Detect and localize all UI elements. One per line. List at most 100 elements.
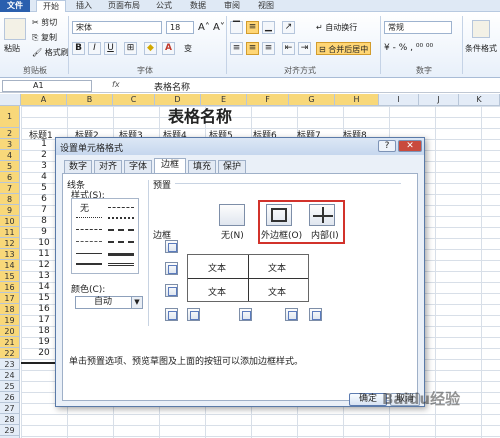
number-cell[interactable]: 10: [30, 238, 58, 249]
tab-formulas[interactable]: 公式: [150, 0, 178, 12]
paste-icon[interactable]: [4, 18, 26, 40]
select-all-corner[interactable]: [0, 94, 21, 106]
merge-center-button[interactable]: ⊟ 合并后居中: [316, 42, 372, 55]
number-cell[interactable]: 3: [30, 161, 58, 172]
column-header[interactable]: J: [419, 94, 459, 106]
conditional-format-icon[interactable]: [472, 20, 490, 38]
row-header[interactable]: 16: [0, 282, 20, 293]
column-header[interactable]: D: [155, 94, 201, 106]
column-header[interactable]: H: [335, 94, 379, 106]
tab-font[interactable]: 字体: [124, 160, 152, 173]
line-style-option[interactable]: [108, 253, 134, 256]
row-header[interactable]: 25: [0, 381, 20, 392]
line-style-option[interactable]: [108, 241, 134, 243]
preset-none-button[interactable]: [219, 204, 245, 226]
row-header[interactable]: 3: [0, 139, 20, 150]
align-middle-icon[interactable]: ≡: [246, 21, 259, 34]
font-size-select[interactable]: 18: [166, 21, 194, 34]
tab-data[interactable]: 数据: [184, 0, 212, 12]
border-top-button[interactable]: [165, 240, 178, 253]
paste-button[interactable]: 粘贴: [4, 42, 20, 55]
number-cell[interactable]: 2: [30, 150, 58, 161]
color-select[interactable]: 自动 ▼: [75, 296, 143, 309]
row-header[interactable]: 27: [0, 403, 20, 414]
conditional-format-button[interactable]: 条件格式: [465, 42, 497, 55]
orientation-icon[interactable]: ↗: [282, 21, 295, 34]
row-header[interactable]: 28: [0, 414, 20, 425]
diagonal-down-button[interactable]: [309, 308, 322, 321]
number-cell[interactable]: 11: [30, 249, 58, 260]
row-header[interactable]: 1: [0, 106, 20, 128]
column-header[interactable]: C: [113, 94, 155, 106]
line-style-option[interactable]: [76, 253, 102, 254]
tab-view[interactable]: 视图: [252, 0, 280, 12]
line-style-option[interactable]: [76, 241, 102, 242]
fill-color-icon[interactable]: ◆: [144, 42, 157, 55]
grow-font-icon[interactable]: A˄ A˅: [198, 21, 225, 34]
row-header[interactable]: 18: [0, 304, 20, 315]
align-bottom-icon[interactable]: ▁: [262, 21, 275, 34]
number-cell[interactable]: 1: [30, 139, 58, 150]
number-cell[interactable]: 19: [30, 337, 58, 348]
font-color-icon[interactable]: A: [162, 42, 175, 55]
align-left-icon[interactable]: ≡: [230, 42, 243, 55]
tab-protection[interactable]: 保护: [218, 160, 246, 173]
row-header[interactable]: 19: [0, 315, 20, 326]
column-header[interactable]: B: [67, 94, 113, 106]
number-cell[interactable]: 16: [30, 304, 58, 315]
line-style-option[interactable]: [76, 263, 102, 265]
row-header[interactable]: 29: [0, 425, 20, 436]
number-cell[interactable]: 6: [30, 194, 58, 205]
italic-button[interactable]: I: [88, 42, 101, 55]
underline-button[interactable]: U: [104, 42, 117, 55]
line-style-option[interactable]: [76, 217, 102, 218]
diagonal-up-button[interactable]: [165, 308, 178, 321]
line-style-none[interactable]: 无: [80, 201, 89, 214]
name-box[interactable]: A1: [2, 80, 92, 92]
font-name-select[interactable]: 宋体: [72, 21, 162, 34]
sheet-title-cell[interactable]: 表格名称: [21, 106, 379, 128]
wrap-text-button[interactable]: ↵ 自动换行: [316, 21, 357, 34]
row-header[interactable]: 22: [0, 348, 20, 359]
number-cell[interactable]: 5: [30, 183, 58, 194]
row-header[interactable]: 11: [0, 227, 20, 238]
number-cell[interactable]: 4: [30, 172, 58, 183]
cut-button[interactable]: ✂ 剪切: [32, 16, 57, 29]
border-left-button[interactable]: [187, 308, 200, 321]
column-header[interactable]: F: [247, 94, 289, 106]
tab-fill[interactable]: 填充: [188, 160, 216, 173]
number-cell[interactable]: 20: [30, 348, 58, 359]
align-right-icon[interactable]: ≡: [262, 42, 275, 55]
tab-page-layout[interactable]: 页面布局: [104, 0, 144, 12]
line-style-list[interactable]: 无: [71, 198, 139, 274]
column-header[interactable]: K: [459, 94, 500, 106]
row-header[interactable]: 5: [0, 161, 20, 172]
tab-number[interactable]: 数字: [64, 160, 92, 173]
align-center-icon[interactable]: ≡: [246, 42, 259, 55]
line-style-option[interactable]: [108, 229, 134, 231]
row-header[interactable]: 7: [0, 183, 20, 194]
dialog-titlebar[interactable]: 设置单元格格式 ? ✕: [56, 138, 424, 155]
tab-review[interactable]: 审阅: [218, 0, 246, 12]
chevron-down-icon[interactable]: ▼: [131, 297, 142, 308]
row-header[interactable]: 21: [0, 337, 20, 348]
row-header[interactable]: 12: [0, 238, 20, 249]
formula-input[interactable]: 表格名称: [154, 80, 190, 93]
tab-file[interactable]: 文件: [0, 0, 30, 12]
line-style-option[interactable]: [76, 229, 102, 230]
number-cell[interactable]: 9: [30, 227, 58, 238]
number-cell[interactable]: 13: [30, 271, 58, 282]
border-center-button[interactable]: [239, 308, 252, 321]
row-header[interactable]: 24: [0, 370, 20, 381]
row-header[interactable]: 15: [0, 271, 20, 282]
number-cell[interactable]: 14: [30, 282, 58, 293]
number-cell[interactable]: 12: [30, 260, 58, 271]
row-header[interactable]: 4: [0, 150, 20, 161]
border-right-button[interactable]: [285, 308, 298, 321]
row-header[interactable]: 23: [0, 359, 20, 370]
row-header[interactable]: 20: [0, 326, 20, 337]
row-header[interactable]: 10: [0, 216, 20, 227]
row-header[interactable]: 9: [0, 205, 20, 216]
line-style-option[interactable]: [108, 217, 134, 219]
number-format-icons[interactable]: ¥ - % , ⁰⁰ ⁰⁰: [384, 42, 433, 55]
